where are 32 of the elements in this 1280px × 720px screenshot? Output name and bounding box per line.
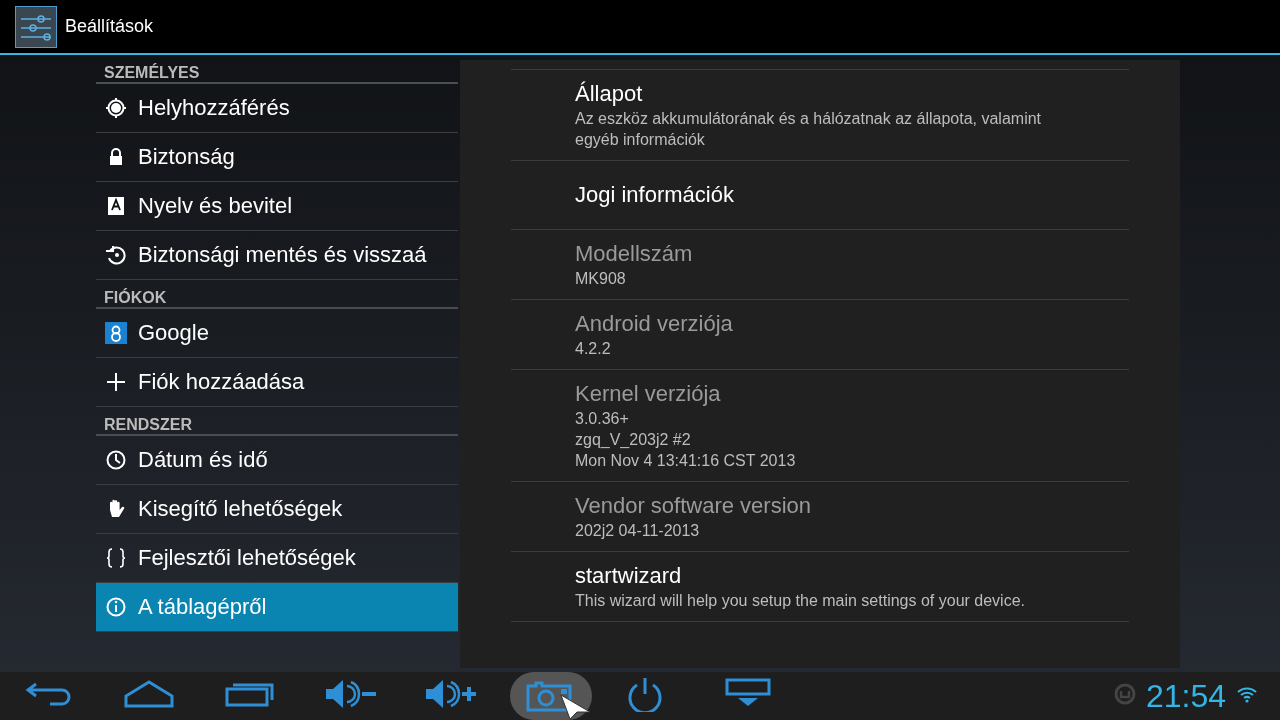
sidebar-item[interactable]: Google [96, 309, 458, 358]
sidebar-item[interactable]: Kisegítő lehetőségek [96, 485, 458, 534]
info-icon [105, 596, 127, 618]
section-header: SZEMÉLYES [96, 55, 458, 84]
clock-icon [105, 449, 127, 471]
section-header: RENDSZER [96, 407, 458, 436]
location-target-icon [105, 97, 127, 119]
sidebar-item[interactable]: Nyelv és bevitel [96, 182, 458, 231]
clock-time: 21:54 [1145, 677, 1226, 715]
curly-braces-icon [105, 547, 127, 569]
preference-item[interactable]: Jogi információk [511, 160, 1129, 229]
sidebar-item[interactable]: Biztonsági mentés és visszaá [96, 231, 458, 280]
preference-item[interactable]: startwizard This wizard will help you setup the main settings of your device. [511, 551, 1129, 622]
google-account-icon [105, 322, 127, 344]
preference-item: Android verziója 4.2.2 [511, 299, 1129, 369]
sidebar-item[interactable]: Helyhozzáférés [96, 84, 458, 133]
sidebar-item[interactable]: Biztonság [96, 133, 458, 182]
preference-item: Modellszám MK908 [511, 229, 1129, 299]
sidebar-item[interactable]: Fiók hozzáadása [96, 358, 458, 407]
preference-item: Vendor software version 202j2 04-11-2013 [511, 481, 1129, 551]
app-title: Beállítások [65, 16, 154, 37]
camera-button[interactable] [510, 672, 592, 720]
section-header: FIÓKOK [96, 280, 458, 309]
mouse-pointer-icon [560, 694, 592, 720]
restore-clock-icon [105, 244, 127, 266]
keyboard-letter-icon [105, 195, 127, 217]
sidebar-item[interactable]: A táblagépről [96, 583, 458, 632]
preference-item: Kernel verziója 3.0.36+ zgq_V_203j2 #2 Mon Nov 4 13:41:16 CST 2013 [511, 369, 1129, 481]
preference-item[interactable]: Állapot Az eszköz akkumulátorának és a hálózatnak az állapota, valamint egyéb információk [511, 69, 1129, 160]
plus-icon [105, 371, 127, 393]
sidebar-item[interactable]: Dátum és idő [96, 436, 458, 485]
settings-sliders-icon[interactable] [15, 5, 57, 48]
